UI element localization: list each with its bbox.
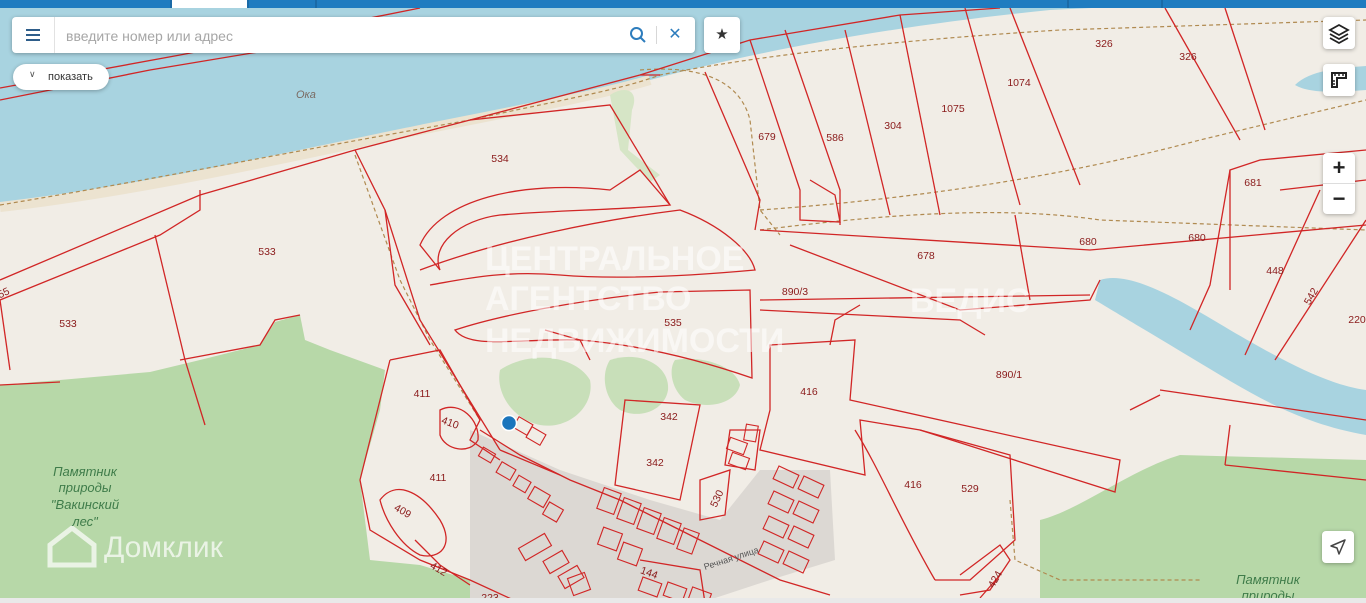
show-button[interactable]: ∨ показать bbox=[13, 64, 109, 90]
parcel-label: 680 bbox=[1079, 236, 1097, 248]
navigation-arrow-icon bbox=[1330, 539, 1346, 555]
ruler-icon bbox=[1331, 72, 1347, 88]
parcel-label: 304 bbox=[884, 120, 902, 132]
parcel-label: 533 bbox=[59, 318, 77, 330]
monument-left-line3: "Вакинский bbox=[51, 497, 119, 512]
parcel-label: 1075 bbox=[941, 103, 965, 115]
plus-icon: + bbox=[1332, 155, 1346, 180]
monument-left-line2: природы bbox=[59, 480, 112, 495]
top-tab[interactable] bbox=[1069, 0, 1161, 8]
parcel-label: 680 bbox=[1188, 232, 1206, 244]
watermark-agency-line2: АГЕНТСТВО bbox=[485, 280, 691, 318]
monument-left-line1: Памятник bbox=[53, 464, 118, 479]
parcel-label: 890/3 bbox=[782, 286, 808, 298]
monument-right-line1: Памятник bbox=[1236, 572, 1301, 587]
search-input[interactable] bbox=[64, 23, 618, 49]
parcel-label: 534 bbox=[491, 153, 509, 165]
menu-button[interactable] bbox=[12, 17, 55, 53]
parcel-label: 326 bbox=[1095, 38, 1113, 50]
parcel-label: 220 bbox=[1348, 314, 1366, 326]
minus-icon: − bbox=[1332, 186, 1346, 211]
measure-button[interactable] bbox=[1323, 64, 1355, 96]
search-icon[interactable] bbox=[629, 26, 647, 44]
top-tab[interactable] bbox=[317, 0, 1067, 8]
location-marker[interactable] bbox=[500, 414, 518, 432]
top-tab[interactable] bbox=[0, 0, 170, 8]
parcel-label: 342 bbox=[646, 457, 664, 469]
parcel-label: 411 bbox=[430, 472, 447, 484]
top-tab-active[interactable] bbox=[172, 0, 247, 8]
star-icon: ★ bbox=[715, 26, 729, 43]
parcel-label: 679 bbox=[758, 131, 776, 143]
menu-icon bbox=[26, 29, 40, 31]
cadastral-map[interactable]: ЦЕНТРАЛЬНОЕ АГЕНТСТВО НЕДВИЖИМОСТИ ВЕДИС… bbox=[0, 0, 1366, 603]
parcel-label: 342 bbox=[660, 411, 678, 423]
zoom-controls: + − bbox=[1323, 153, 1355, 214]
top-tab[interactable] bbox=[249, 0, 315, 8]
parcel-label: 411 bbox=[414, 388, 431, 400]
watermark-agency-line1: ЦЕНТРАЛЬНОЕ bbox=[485, 240, 744, 278]
parcel-label: 535 bbox=[664, 317, 682, 329]
parcel-label: 1074 bbox=[1007, 77, 1031, 89]
parcel-label: 678 bbox=[917, 250, 935, 262]
watermark-agency-line3: НЕДВИЖИМОСТИ bbox=[485, 322, 784, 360]
parcel-label: 586 bbox=[826, 132, 844, 144]
zoom-in-button[interactable]: + bbox=[1323, 153, 1355, 183]
monument-left-line4: лес" bbox=[71, 514, 99, 529]
close-icon[interactable]: ✕ bbox=[664, 24, 686, 46]
parcel-label: 533 bbox=[258, 246, 276, 258]
zoom-out-button[interactable]: − bbox=[1323, 184, 1355, 214]
locate-button[interactable] bbox=[1322, 531, 1354, 563]
parcel-label: 529 bbox=[961, 483, 979, 495]
parcel-label: 681 bbox=[1244, 177, 1262, 189]
parcel-label: 890/1 bbox=[996, 369, 1022, 381]
menu-icon-line bbox=[26, 39, 40, 41]
search-divider bbox=[656, 26, 657, 44]
show-button-label: показать bbox=[48, 71, 93, 83]
river-label: Ока bbox=[296, 89, 316, 101]
watermark-brand: ВЕДИС bbox=[910, 282, 1030, 320]
parcel-label: 448 bbox=[1266, 265, 1284, 277]
parcel-label: 326 bbox=[1179, 51, 1197, 63]
chevron-down-icon: ∨ bbox=[29, 69, 36, 79]
search-bar: ✕ bbox=[12, 17, 695, 53]
layers-icon bbox=[1328, 23, 1350, 45]
top-tabs-strip bbox=[0, 0, 1366, 8]
top-tab[interactable] bbox=[1163, 0, 1366, 8]
menu-icon-line bbox=[26, 34, 40, 36]
bottom-strip bbox=[0, 598, 1366, 603]
parcel-label: 416 bbox=[904, 479, 922, 491]
favorites-button[interactable]: ★ bbox=[704, 17, 740, 53]
layers-button[interactable] bbox=[1323, 17, 1355, 49]
domclick-text: Домклик bbox=[104, 531, 224, 564]
parcel-label: 416 bbox=[800, 386, 818, 398]
